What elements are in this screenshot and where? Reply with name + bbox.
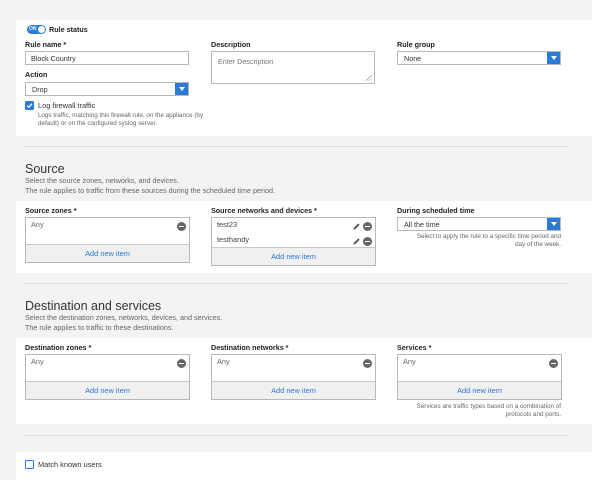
description-textarea[interactable]: Enter Description (211, 51, 375, 84)
add-destination-network-button[interactable]: Add new item (212, 381, 375, 399)
description-placeholder: Enter Description (218, 57, 274, 66)
list-item: test23 (217, 220, 238, 229)
source-title: Source (25, 162, 65, 176)
services-help-2: protocols and ports. (505, 411, 561, 418)
log-traffic-help-2: default) or on the configured syslog ser… (38, 120, 158, 127)
action-select[interactable]: Drop (25, 82, 189, 96)
destination-zones-list: Any Add new item (25, 354, 190, 400)
rule-status-toggle[interactable]: ON (27, 25, 46, 34)
chevron-down-icon[interactable] (547, 218, 560, 230)
source-zones-list: Any Add new item (25, 217, 190, 263)
minus-circle-icon[interactable] (363, 237, 372, 246)
rule-name-label: Rule name * (25, 40, 67, 49)
destination-title: Destination and services (25, 299, 162, 313)
destination-networks-label: Destination networks * (211, 343, 289, 352)
schedule-label: During scheduled time (397, 206, 475, 215)
list-item: Any (403, 357, 416, 366)
add-source-network-button[interactable]: Add new item (212, 247, 375, 265)
action-value: Drop (32, 84, 48, 94)
log-traffic-checkbox[interactable] (25, 101, 34, 110)
check-icon (26, 103, 33, 109)
list-item: testhandy (217, 235, 250, 244)
source-subtitle-1: Select the source zones, networks, and d… (25, 176, 179, 185)
divider (25, 435, 567, 436)
services-label: Services * (397, 343, 432, 352)
source-networks-list: test23 testhandy Add new item (211, 217, 376, 266)
toggle-knob (38, 26, 45, 33)
match-users-checkbox[interactable] (25, 460, 34, 469)
destination-networks-list: Any Add new item (211, 354, 376, 400)
divider (25, 283, 567, 284)
chevron-down-icon[interactable] (547, 52, 560, 64)
minus-circle-icon[interactable] (177, 359, 186, 368)
resize-grip-icon[interactable] (366, 75, 372, 81)
add-service-button[interactable]: Add new item (398, 381, 561, 399)
source-zones-label: Source zones * (25, 206, 77, 215)
toggle-state-text: ON (29, 25, 37, 32)
divider (25, 146, 567, 147)
minus-circle-icon[interactable] (363, 222, 372, 231)
source-networks-label: Source networks and devices * (211, 206, 317, 215)
minus-circle-icon[interactable] (549, 359, 558, 368)
action-label: Action (25, 70, 48, 79)
schedule-select[interactable]: All the time (397, 217, 561, 231)
services-list: Any Add new item (397, 354, 562, 400)
destination-subtitle-2: The rule applies to traffic to these des… (25, 323, 174, 332)
destination-subtitle-1: Select the destination zones, networks, … (25, 313, 223, 322)
rule-status-label: Rule status (49, 25, 88, 34)
log-traffic-label: Log firewall traffic (38, 101, 96, 110)
destination-zones-label: Destination zones * (25, 343, 92, 352)
pencil-icon[interactable] (352, 222, 361, 231)
identity-panel (16, 452, 592, 480)
rule-group-label: Rule group (397, 40, 435, 49)
source-subtitle-2: The rule applies to traffic from these s… (25, 186, 275, 195)
add-destination-zone-button[interactable]: Add new item (26, 381, 189, 399)
schedule-help-2: day of the week. (515, 241, 561, 248)
rule-group-value: None (404, 53, 422, 63)
rule-name-input[interactable]: Block Country (25, 51, 189, 65)
match-users-label: Match known users (38, 460, 102, 469)
pencil-icon[interactable] (352, 237, 361, 246)
list-item: Any (31, 220, 44, 229)
minus-circle-icon[interactable] (363, 359, 372, 368)
list-item: Any (31, 357, 44, 366)
chevron-down-icon[interactable] (175, 83, 188, 95)
schedule-value: All the time (404, 219, 440, 229)
minus-circle-icon[interactable] (177, 222, 186, 231)
add-source-zone-button[interactable]: Add new item (26, 244, 189, 262)
rule-group-select[interactable]: None (397, 51, 561, 65)
list-item: Any (217, 357, 230, 366)
description-label: Description (211, 40, 251, 49)
